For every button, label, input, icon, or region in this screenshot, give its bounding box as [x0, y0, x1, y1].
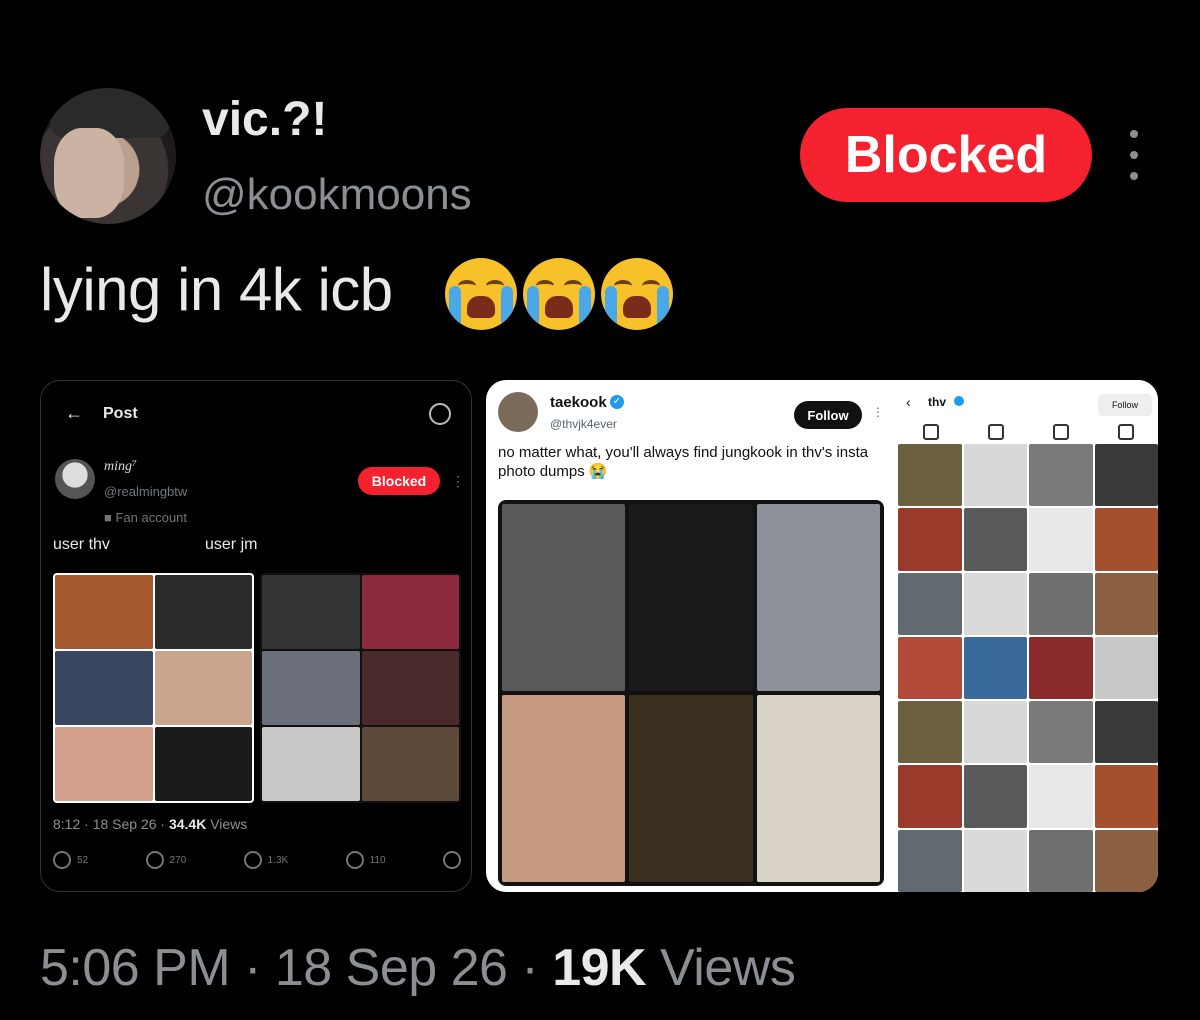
verified-badge-icon: ✓: [610, 395, 624, 409]
quoted-user-avatar[interactable]: [55, 459, 95, 499]
taekook-text: no matter what, you'll always find jungk…: [498, 444, 869, 480]
quoted-text-right: user jm: [205, 536, 258, 553]
more-options-icon[interactable]: [1122, 130, 1146, 180]
quoted-meta: 8:12 · 18 Sep 26 · 34.4K Views: [53, 816, 248, 832]
views-count[interactable]: 19K: [552, 939, 646, 997]
reels-icon[interactable]: [987, 424, 1004, 440]
quoted-more-icon[interactable]: ⋮: [451, 473, 465, 490]
loudly-crying-face-icon: [523, 258, 595, 330]
emoji-row: [445, 258, 673, 330]
author-name[interactable]: vic.?!: [202, 92, 327, 147]
tweet-meta: 5:06 PM · 18 Sep 26 · 19K Views: [40, 939, 796, 997]
ig-profile-name[interactable]: thv: [928, 395, 946, 409]
quoted-blocked-button[interactable]: Blocked: [358, 467, 440, 495]
retweet-button[interactable]: 270: [145, 851, 186, 869]
photo-collage-right[interactable]: [260, 573, 461, 803]
photo-collage-left[interactable]: [53, 573, 254, 803]
reply-icon: [53, 851, 71, 869]
share-button[interactable]: [442, 851, 461, 869]
grok-icon[interactable]: [429, 403, 451, 425]
bookmark-button[interactable]: 110: [345, 851, 386, 869]
post-header-title: Post: [103, 405, 138, 422]
tweet-time[interactable]: 5:06 PM: [40, 939, 231, 997]
quoted-text-left: user thv: [53, 536, 110, 553]
taekook-more-icon[interactable]: ⋮: [872, 405, 884, 419]
like-button[interactable]: 1.3K: [243, 851, 288, 869]
ig-verified-icon: [954, 396, 964, 406]
taekook-photo-grid[interactable]: [498, 500, 884, 886]
reply-button[interactable]: 52: [53, 851, 88, 869]
tagged-icon[interactable]: [1117, 424, 1134, 440]
loudly-crying-face-icon: [445, 258, 517, 330]
blocked-button[interactable]: Blocked: [800, 108, 1092, 202]
back-arrow-icon[interactable]: ←: [65, 403, 83, 424]
ig-tab-bar: [898, 420, 1158, 444]
ig-follow-button[interactable]: Follow: [1098, 394, 1152, 416]
bookmark-icon: [345, 851, 364, 869]
retweet-icon: [145, 851, 164, 869]
grid-icon[interactable]: [922, 424, 939, 440]
share-icon: [442, 851, 461, 869]
views-label: Views: [660, 939, 796, 997]
taekook-handle[interactable]: @thvjk4ever: [550, 417, 617, 431]
loudly-crying-face-icon: [601, 258, 673, 330]
quoted-user-handle[interactable]: @realmingbtw: [104, 484, 187, 499]
fan-account-badge: ■ Fan account: [104, 510, 188, 525]
author-avatar[interactable]: [40, 88, 176, 224]
attached-image-right[interactable]: taekook ✓ @thvjk4ever Follow ⋮ no matter…: [486, 380, 1158, 892]
repost-icon[interactable]: [1052, 424, 1069, 440]
taekook-avatar[interactable]: [498, 392, 538, 432]
tweet-date[interactable]: 18 Sep 26: [275, 939, 508, 997]
follow-button[interactable]: Follow: [794, 401, 862, 429]
ig-photo-grid[interactable]: [898, 444, 1158, 892]
tweet-text: lying in 4k icb: [40, 256, 393, 323]
quoted-photo-grid[interactable]: [53, 573, 461, 803]
taekook-name[interactable]: taekook: [550, 394, 607, 411]
like-icon: [243, 851, 262, 869]
attached-image-left[interactable]: ← Post ming⁷ @realmingbtw ■ Fan account …: [40, 380, 472, 892]
quoted-user-name[interactable]: ming⁷: [104, 459, 137, 475]
quoted-action-bar: 52 270 1.3K 110: [53, 851, 461, 869]
author-handle[interactable]: @kookmoons: [202, 170, 472, 220]
mask-icon: ■: [104, 510, 116, 525]
ig-back-icon[interactable]: ‹: [906, 394, 911, 410]
